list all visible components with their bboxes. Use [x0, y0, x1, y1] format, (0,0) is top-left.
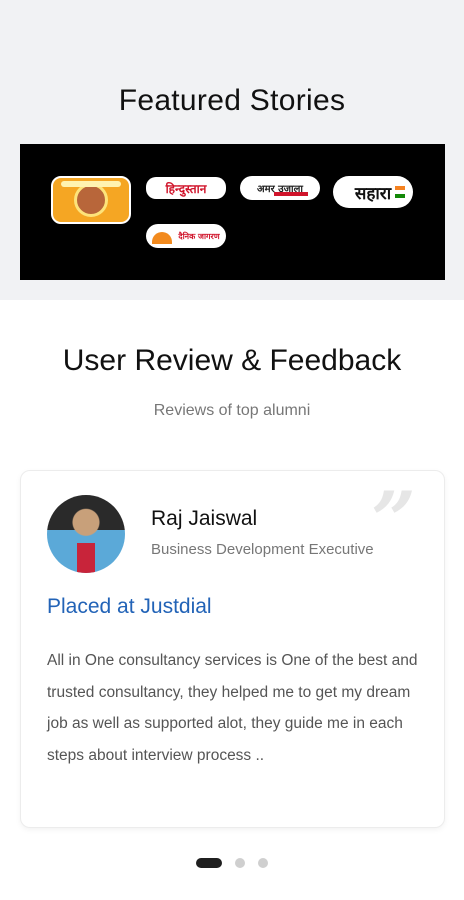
quote-icon: ” — [371, 475, 416, 566]
sun-icon — [152, 232, 173, 244]
avatar-shirt-graphic — [77, 543, 95, 573]
reviewer-name: Raj Jaiswal — [151, 507, 258, 530]
portrait-graphic — [74, 183, 108, 217]
hindustan-logo[interactable]: हिन्दुस्तान — [146, 177, 226, 199]
carousel-dot[interactable] — [258, 858, 268, 868]
review-text: All in One consultancy services is One o… — [47, 652, 418, 764]
logo-underline-graphic — [274, 192, 308, 196]
sahara-logo-text: सहारा — [354, 183, 392, 204]
amar-ujala-logo[interactable]: अमर उजाला — [240, 176, 320, 200]
avatar — [47, 495, 125, 573]
logo-ribbon-graphic — [61, 181, 121, 187]
flag-graphic — [395, 186, 405, 198]
carousel-dot-active[interactable] — [196, 858, 222, 868]
reviewer-role: Business Development Executive — [151, 541, 374, 558]
carousel-dot[interactable] — [235, 858, 245, 868]
media-logo-strip: हिन्दुस्तान अमर उजाला सहारा दैनिक जागरण — [20, 144, 445, 280]
dainik-jagran-logo-text: दैनिक जागरण — [178, 231, 220, 241]
carousel-pagination — [0, 856, 464, 870]
hindustan-logo-text: हिन्दुस्तान — [165, 181, 207, 196]
featured-stories-title: Featured Stories — [118, 84, 346, 117]
review-card[interactable]: ” Raj Jaiswal Business Development Execu… — [20, 470, 445, 828]
placement-company: Placed at Justdial — [47, 595, 212, 618]
newspaper-logo-1[interactable] — [51, 176, 131, 224]
sahara-logo[interactable]: सहारा — [333, 176, 413, 208]
user-review-subtitle: Reviews of top alumni — [153, 402, 311, 419]
featured-stories-section: Featured Stories हिन्दुस्तान अमर उजाला स… — [0, 0, 464, 300]
dainik-jagran-logo[interactable]: दैनिक जागरण — [146, 224, 226, 248]
user-review-title: User Review & Feedback — [62, 344, 402, 377]
